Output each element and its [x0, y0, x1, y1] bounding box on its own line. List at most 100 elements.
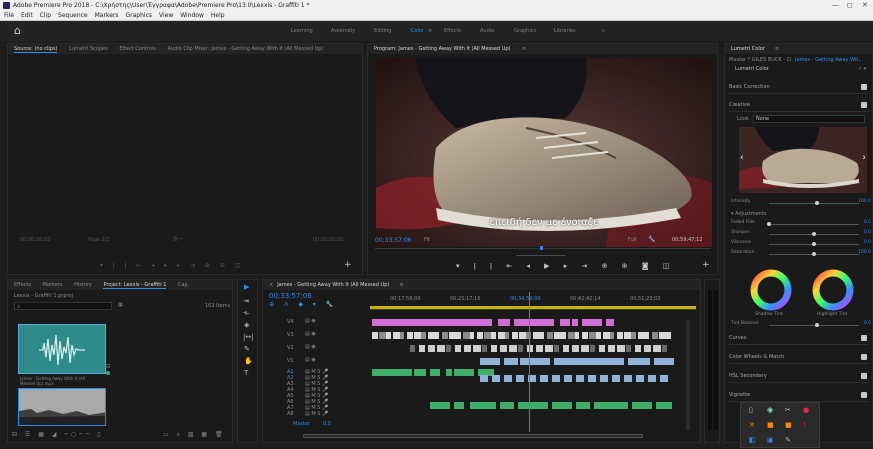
v3-clip[interactable]	[666, 332, 671, 339]
v3-clip[interactable]	[575, 332, 579, 339]
v3-clip[interactable]	[407, 332, 413, 339]
project-search-input[interactable]: ⌕	[14, 302, 112, 310]
v2-clip[interactable]	[644, 345, 651, 352]
v3-clip[interactable]	[463, 332, 470, 339]
timeline-playhead[interactable]	[529, 292, 530, 432]
v2-clip[interactable]	[581, 345, 589, 352]
lumetri-menu-icon[interactable]: ≡	[775, 46, 779, 52]
v3-clip[interactable]	[435, 332, 439, 339]
tab-source[interactable]: Source: (no clips)	[14, 46, 58, 53]
slider-sharpen[interactable]: Sharpen 0.0	[731, 230, 871, 238]
v3-clip[interactable]	[372, 332, 378, 339]
program-zoom-bar[interactable]	[516, 255, 566, 256]
v3-clip[interactable]	[533, 332, 540, 339]
program-transport-controls[interactable]: ▾ ǀ ǀ ⇤ ◂ ▶ ▸ ⇥ ⊕ ⊕ ◙ ◫	[456, 262, 675, 270]
tab-audio-clip-mixer[interactable]: Audio Clip Mixer: James - Getting Away W…	[168, 46, 324, 52]
slider-knob[interactable]	[812, 242, 816, 246]
v3-clip[interactable]	[386, 332, 391, 339]
workspace-color[interactable]: Color	[411, 28, 424, 34]
v2-clip[interactable]	[635, 345, 641, 352]
toolbar-cut-icon[interactable]: ✂	[785, 406, 791, 414]
lumetri-effect-dropdown[interactable]: Lumetri Color	[735, 66, 769, 72]
v2-clip[interactable]	[590, 345, 595, 352]
v2-clip[interactable]	[419, 345, 425, 352]
v4-clip[interactable]	[582, 319, 602, 326]
slider-value[interactable]: 0.0	[864, 220, 871, 225]
more-workspaces-icon[interactable]: »	[602, 28, 605, 34]
lumetri-source-clip[interactable]: Master * GILES BUCK - Cine...	[729, 57, 791, 63]
v2-clip[interactable]	[662, 345, 667, 352]
shadow-tint-wheel[interactable]	[749, 268, 793, 312]
toolbar-folder-icon[interactable]: ■	[767, 421, 774, 429]
track-header-v3[interactable]: V3	[287, 332, 294, 338]
a3-clip[interactable]	[470, 402, 496, 409]
type-tool-icon[interactable]: T	[244, 369, 248, 377]
v3-clip[interactable]	[421, 332, 426, 339]
v1-clip[interactable]	[520, 358, 550, 365]
v3-clip[interactable]	[400, 332, 404, 339]
v4-clip[interactable]	[498, 319, 510, 326]
menu-sequence[interactable]: Sequence	[58, 11, 88, 21]
timeline-tracks[interactable]	[370, 317, 682, 432]
v2-clip[interactable]	[599, 345, 605, 352]
audio-clip-thumbnail[interactable]	[18, 324, 106, 374]
selection-tool-icon[interactable]: ▶	[244, 283, 249, 291]
creative-checkbox[interactable]	[861, 102, 867, 108]
v2-clip[interactable]	[446, 345, 451, 352]
v2-clip[interactable]	[563, 345, 569, 352]
track-toggle-icons[interactable]: ▤ ◉	[305, 344, 316, 350]
timeline-horizontal-scrollbar[interactable]	[303, 434, 643, 438]
v2-clip[interactable]	[608, 345, 615, 352]
lumetri-sequence-clip[interactable]: James - Getting Away Wit...	[795, 57, 873, 63]
v2-clip[interactable]	[455, 345, 461, 352]
menu-help[interactable]: Help	[211, 11, 225, 21]
project-bottom-toolbar[interactable]: ⊟ ☰ ▦ ◢ ─○── ▯	[12, 431, 104, 438]
timeline-toolbar-icons[interactable]: ⊕ ∩ ◆ ▾ 🔧	[269, 301, 337, 308]
program-add-button-icon[interactable]: +	[702, 260, 710, 270]
v2-clip[interactable]	[572, 345, 579, 352]
intensity-knob[interactable]	[815, 201, 819, 205]
a3-clip[interactable]	[500, 402, 514, 409]
a3-clip[interactable]	[656, 402, 672, 409]
slider-value[interactable]: 0.0	[864, 240, 871, 245]
menu-view[interactable]: View	[159, 11, 173, 21]
a1-clip[interactable]	[454, 369, 474, 376]
workspace-menu-icon[interactable]: ≡	[428, 28, 432, 34]
v2-clip[interactable]	[527, 345, 533, 352]
highlight-tint-wheel[interactable]	[811, 268, 855, 312]
v3-clip[interactable]	[561, 332, 566, 339]
v2-clip[interactable]	[536, 345, 543, 352]
hand-tool-icon[interactable]: ✋	[244, 357, 253, 365]
track-header-a8[interactable]: A8	[287, 411, 294, 417]
workspace-editing[interactable]: Editing	[374, 28, 391, 34]
menu-graphics[interactable]: Graphics	[126, 11, 153, 21]
v3-clip[interactable]	[477, 332, 483, 339]
a3-clip[interactable]	[454, 402, 464, 409]
v2-clip[interactable]	[428, 345, 435, 352]
v4-clip[interactable]	[372, 319, 492, 326]
v3-clip[interactable]	[645, 332, 649, 339]
v1-clip[interactable]	[554, 358, 624, 365]
a2-clip[interactable]	[600, 375, 608, 382]
a2-clip[interactable]	[540, 375, 548, 382]
v1-clip[interactable]	[504, 358, 518, 365]
v2-clip[interactable]	[464, 345, 471, 352]
program-quality-dropdown[interactable]: Full	[628, 237, 637, 243]
workspace-learning[interactable]: Learning	[291, 28, 313, 34]
look-next-icon[interactable]: ›	[862, 153, 866, 163]
section-hsl-secondary[interactable]: HSL Secondary	[729, 370, 869, 383]
v3-clip[interactable]	[505, 332, 509, 339]
track-toggle-icons[interactable]: ▤ ◉	[305, 318, 316, 324]
slider-saturation[interactable]: Saturation 100.0	[731, 250, 871, 258]
v2-clip[interactable]	[410, 345, 415, 352]
slider-faded-film[interactable]: Faded Film 0.0	[731, 220, 871, 228]
a2-clip[interactable]	[480, 375, 488, 382]
section-basic-correction[interactable]: Basic Correction	[729, 81, 869, 94]
a2-clip[interactable]	[624, 375, 632, 382]
minimize-button[interactable]: —	[832, 0, 839, 11]
v2-clip[interactable]	[437, 345, 445, 352]
menu-clip[interactable]: Clip	[40, 11, 51, 21]
a1-clip[interactable]	[372, 369, 412, 376]
track-select-tool-icon[interactable]: ⇥	[243, 297, 249, 305]
v3-clip[interactable]	[568, 332, 575, 339]
